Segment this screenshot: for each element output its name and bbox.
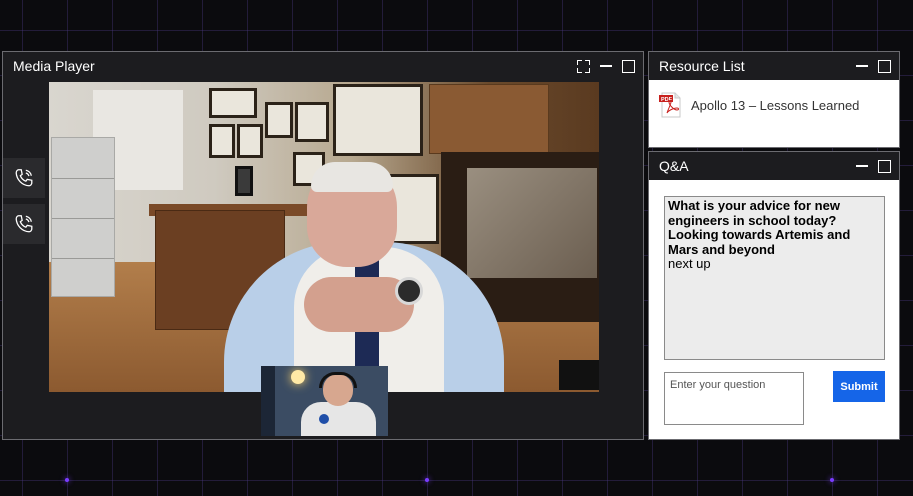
grid-dot bbox=[830, 478, 834, 482]
self-view-video[interactable] bbox=[261, 366, 388, 436]
video-area bbox=[3, 80, 643, 439]
qa-window: Q&A What is your advice for new engineer… bbox=[648, 151, 900, 440]
grid-dot bbox=[425, 478, 429, 482]
resource-list-title: Resource List bbox=[659, 58, 745, 74]
minimize-icon[interactable] bbox=[600, 65, 612, 67]
resource-list-body: PDF Apollo 13 – Lessons Learned bbox=[649, 80, 899, 147]
resource-item[interactable]: PDF Apollo 13 – Lessons Learned bbox=[649, 80, 899, 118]
qa-title: Q&A bbox=[659, 158, 689, 174]
pdf-icon: PDF bbox=[659, 92, 681, 118]
main-video-feed[interactable] bbox=[49, 82, 599, 392]
resource-list-window: Resource List PDF Apollo 13 – Lessons Le… bbox=[648, 51, 900, 148]
maximize-icon[interactable] bbox=[622, 59, 635, 73]
minimize-icon[interactable] bbox=[856, 165, 868, 167]
window-controls bbox=[856, 59, 891, 73]
phone-call-icon bbox=[15, 169, 33, 187]
media-player-title: Media Player bbox=[13, 58, 95, 74]
media-player-window: Media Player bbox=[2, 51, 644, 440]
fullscreen-icon[interactable] bbox=[577, 59, 590, 73]
question-status: next up bbox=[668, 256, 711, 271]
maximize-icon[interactable] bbox=[878, 59, 891, 73]
current-question: What is your advice for new engineers in… bbox=[668, 198, 851, 257]
window-controls bbox=[577, 59, 635, 73]
window-controls bbox=[856, 159, 891, 173]
question-display: What is your advice for new engineers in… bbox=[664, 196, 885, 360]
media-player-titlebar[interactable]: Media Player bbox=[3, 52, 643, 80]
resource-list-titlebar[interactable]: Resource List bbox=[649, 52, 899, 80]
question-input[interactable] bbox=[664, 372, 804, 425]
grid-dot bbox=[65, 478, 69, 482]
qa-titlebar[interactable]: Q&A bbox=[649, 152, 899, 180]
phone-call-button[interactable] bbox=[3, 158, 45, 198]
resource-item-label: Apollo 13 – Lessons Learned bbox=[691, 97, 860, 113]
phone-call-button[interactable] bbox=[3, 204, 45, 244]
submit-button[interactable]: Submit bbox=[833, 371, 885, 402]
minimize-icon[interactable] bbox=[856, 65, 868, 67]
maximize-icon[interactable] bbox=[878, 159, 891, 173]
phone-call-icon bbox=[15, 215, 33, 233]
qa-body: What is your advice for new engineers in… bbox=[649, 180, 899, 439]
